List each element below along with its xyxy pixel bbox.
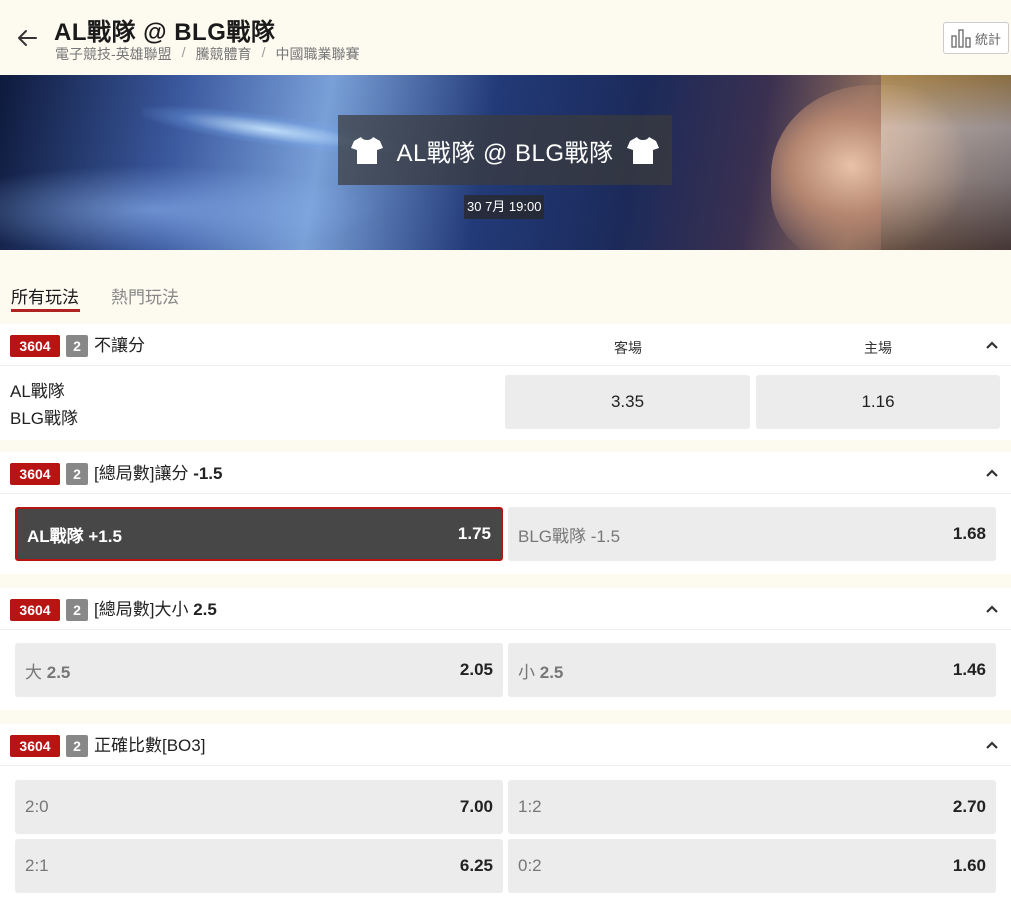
odds-button-selection[interactable]: AL戰隊 +1.5 1.75 [15, 507, 503, 561]
market-name-value: 2.5 [193, 600, 217, 619]
market-name-prefix: [總局數]讓分 [94, 464, 189, 483]
selection-odds: 1.60 [952, 856, 986, 875]
selection-label-prefix: 大 [25, 662, 42, 682]
market-id-badge: 3604 [10, 335, 60, 357]
stats-label: 統計 [974, 31, 1001, 47]
chevron-up-icon[interactable] [985, 738, 999, 752]
market-name: 正確比數[BO3] [94, 736, 206, 755]
selection-odds: 1.75 [457, 524, 491, 543]
breadcrumb-separator: / [261, 44, 266, 60]
selection-label: 2:1 [25, 856, 49, 875]
selection-odds: 6.25 [459, 856, 493, 875]
breadcrumb-item-category[interactable]: 電子競技-英雄聯盟 [55, 44, 172, 64]
market-name-value: -1.5 [193, 464, 223, 483]
market-handicap: 3604 2 [總局數]讓分 -1.5 AL戰隊 +1.5 1.75 BLG戰隊… [0, 452, 1011, 574]
odds-button-away[interactable]: 3.35 [505, 375, 750, 429]
selection-odds: 1.46 [952, 660, 986, 679]
match-banner: AL戰隊 @ BLG戰隊 30 7月 19:00 [0, 75, 1011, 250]
market-name: [總局數]大小 2.5 [94, 599, 217, 621]
selection-odds: 7.00 [459, 797, 493, 816]
market-correct-score: 3604 2 正確比數[BO3] 2:0 7.00 1:2 2.70 2:1 6… [0, 724, 1011, 903]
market-name: 不讓分 [94, 336, 145, 355]
tab-popular-markets[interactable]: 熱門玩法 [111, 283, 179, 308]
shirt-icon [351, 137, 383, 164]
selection-label: 1:2 [518, 797, 542, 816]
breadcrumb-item-provider[interactable]: 騰競體育 [196, 44, 252, 64]
selection-label-value: 2.5 [46, 662, 71, 682]
column-header-away: 客場 [614, 340, 642, 356]
odds-button-over[interactable]: 大 2.5 2.05 [15, 643, 503, 697]
tab-all-markets[interactable]: 所有玩法 [11, 283, 79, 308]
selection-label: BLG戰隊 -1.5 [518, 526, 621, 546]
selection-odds: 2.70 [952, 797, 986, 816]
market-id-badge: 3604 [10, 463, 60, 485]
breadcrumb-item-league[interactable]: 中國職業聯賽 [275, 44, 359, 64]
market-header[interactable]: 3604 2 不讓分 客場 主場 [0, 324, 1011, 366]
market-count-badge: 2 [66, 599, 88, 621]
market-header[interactable]: 3604 2 正確比數[BO3] [0, 724, 1011, 766]
selection-label-value: 2.5 [539, 662, 564, 682]
breadcrumb: 電子競技-英雄聯盟 / 騰競體育 / 中國職業聯賽 [55, 44, 359, 64]
odds-button-score[interactable]: 1:2 2.70 [508, 780, 996, 834]
team-home: BLG戰隊 [10, 409, 79, 428]
match-title-box: AL戰隊 @ BLG戰隊 [338, 115, 672, 185]
market-name: [總局數]讓分 -1.5 [94, 463, 222, 485]
chevron-up-icon[interactable] [985, 338, 999, 352]
odds-button-score[interactable]: 2:1 6.25 [15, 839, 503, 893]
market-name-prefix: [總局數]大小 [94, 600, 189, 619]
market-over-under: 3604 2 [總局數]大小 2.5 大 2.5 2.05 小 2.5 1.46 [0, 588, 1011, 710]
banner-art [0, 165, 380, 250]
selection-label: 小 2.5 [518, 658, 563, 683]
match-date: 30 7月 19:00 [464, 195, 545, 219]
odds-button-home[interactable]: 1.16 [756, 375, 1000, 429]
breadcrumb-separator: / [181, 44, 186, 60]
odds-button-under[interactable]: 小 2.5 1.46 [508, 643, 996, 697]
active-tab-indicator [11, 309, 80, 312]
team-away: AL戰隊 [10, 382, 65, 401]
market-id-badge: 3604 [10, 735, 60, 757]
odds-button-score[interactable]: 0:2 1.60 [508, 839, 996, 893]
market-count-badge: 2 [66, 335, 88, 357]
page-header: AL戰隊 @ BLG戰隊 電子競技-英雄聯盟 / 騰競體育 / 中國職業聯賽 統… [0, 0, 1011, 75]
selection-label-prefix: 小 [518, 662, 535, 682]
selection-odds: 2.05 [459, 660, 493, 679]
market-count-badge: 2 [66, 735, 88, 757]
banner-art [881, 75, 1011, 250]
market-header[interactable]: 3604 2 [總局數]大小 2.5 [0, 588, 1011, 630]
selection-label: AL戰隊 +1.5 [27, 526, 122, 546]
chevron-up-icon[interactable] [985, 602, 999, 616]
team-names: AL戰隊 BLG戰隊 [10, 378, 78, 432]
odds-button-selection[interactable]: BLG戰隊 -1.5 1.68 [508, 507, 996, 561]
page-title: AL戰隊 @ BLG戰隊 [54, 19, 276, 46]
odds-button-score[interactable]: 2:0 7.00 [15, 780, 503, 834]
market-tabs: 所有玩法 熱門玩法 [0, 250, 1011, 322]
selection-label: 2:0 [25, 797, 49, 816]
selection-label: 0:2 [518, 856, 542, 875]
market-count-badge: 2 [66, 463, 88, 485]
column-header-home: 主場 [864, 340, 892, 356]
selection-label: 大 2.5 [25, 658, 70, 683]
bar-chart-icon [951, 29, 971, 48]
stats-button[interactable]: 統計 [943, 22, 1009, 54]
chevron-up-icon[interactable] [985, 466, 999, 480]
market-moneyline: 3604 2 不讓分 客場 主場 AL戰隊 BLG戰隊 3.35 1.16 [0, 324, 1011, 440]
market-id-badge: 3604 [10, 599, 60, 621]
match-title: AL戰隊 @ BLG戰隊 [396, 139, 614, 167]
shirt-icon [626, 137, 659, 164]
market-header[interactable]: 3604 2 [總局數]讓分 -1.5 [0, 452, 1011, 494]
selection-odds: 1.68 [952, 524, 986, 543]
back-arrow-icon[interactable] [14, 26, 40, 50]
